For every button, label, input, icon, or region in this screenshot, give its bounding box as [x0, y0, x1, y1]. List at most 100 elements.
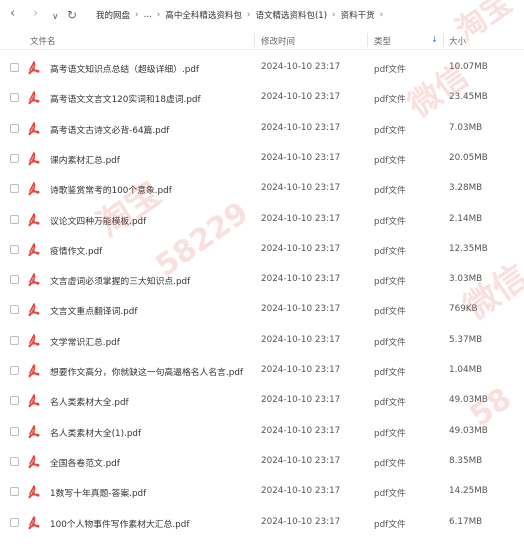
- column-type[interactable]: 类型: [374, 35, 391, 47]
- file-name[interactable]: 高考语文文言文120实词和18虚词.pdf: [50, 92, 250, 105]
- file-type: pdf文件: [374, 186, 406, 197]
- file-row[interactable]: 高考语文古诗文必背-64篇.pdf 2024-10-10 23:17 pdf文件 7.…: [0, 114, 524, 144]
- chevron-right-icon: ›: [246, 10, 251, 20]
- file-row[interactable]: 文言文重点翻译词.pdf 2024-10-10 23:17 pdf文件 769KB: [0, 295, 524, 325]
- file-row[interactable]: 1数写十年真题-答案.pdf 2024-10-10 23:17 pdf文件 14.25…: [0, 477, 524, 507]
- row-checkbox[interactable]: [10, 517, 19, 527]
- row-checkbox[interactable]: [10, 93, 19, 103]
- pdf-file-icon: [28, 91, 40, 105]
- breadcrumb-item[interactable]: 高中全科精选资料包: [165, 9, 242, 21]
- row-checkbox[interactable]: [10, 63, 19, 72]
- column-name[interactable]: 文件名: [30, 35, 56, 47]
- file-row[interactable]: 文言虚词必须掌握的三大知识点.pdf 2024-10-10 23:17 pdf文件 3…: [0, 265, 524, 295]
- row-checkbox[interactable]: [10, 214, 19, 224]
- row-checkbox[interactable]: [10, 305, 19, 315]
- column-divider[interactable]: [367, 33, 368, 47]
- file-name[interactable]: 课内素材汇总.pdf: [50, 153, 250, 166]
- file-size: 1.04MB: [449, 365, 483, 375]
- file-type: pdf文件: [374, 458, 406, 469]
- file-size: 6.17MB: [449, 516, 483, 527]
- file-type: pdf文件: [374, 368, 406, 378]
- back-arrow-icon[interactable]: ‹: [10, 6, 15, 22]
- file-name[interactable]: 高考语文古诗文必背-64篇.pdf: [50, 123, 250, 136]
- file-date: 2024-10-10 23:17: [261, 455, 341, 466]
- file-name[interactable]: 1数写十年真题-答案.pdf: [50, 486, 250, 499]
- row-checkbox[interactable]: [10, 244, 19, 254]
- breadcrumb-item[interactable]: 资料干货: [341, 9, 375, 21]
- row-checkbox[interactable]: [10, 426, 19, 436]
- pdf-file-icon: [28, 515, 40, 529]
- file-name[interactable]: 文言文重点翻译词.pdf: [50, 304, 250, 317]
- file-name[interactable]: 想要作文高分，你就缺这一句高逼格名人名言.pdf: [50, 365, 250, 378]
- breadcrumb-item[interactable]: 语文精选资料包(1): [255, 9, 327, 21]
- file-row[interactable]: 文学常识汇总.pdf 2024-10-10 23:17 pdf文件 5.37MB: [0, 326, 524, 356]
- pdf-file-icon: [28, 242, 40, 256]
- row-checkbox[interactable]: [10, 184, 19, 194]
- file-name[interactable]: 全国各卷范文.pdf: [50, 456, 250, 469]
- chevron-right-icon: ›: [379, 10, 384, 20]
- file-name[interactable]: 名人类素材大全(1).pdf: [50, 426, 250, 439]
- refresh-icon[interactable]: ↻: [67, 7, 77, 23]
- file-name[interactable]: 名人类素材大全.pdf: [50, 395, 250, 408]
- column-divider[interactable]: [254, 33, 255, 47]
- file-name[interactable]: 100个人物事件写作素材大汇总.pdf: [50, 517, 250, 530]
- sort-arrow-icon[interactable]: ↓: [431, 35, 438, 45]
- row-checkbox[interactable]: [10, 456, 19, 466]
- file-row[interactable]: 议论文四种万能模板.pdf 2024-10-10 23:17 pdf文件 2.14MB: [0, 205, 524, 235]
- pdf-file-icon: [28, 333, 40, 347]
- file-size: 2.14MB: [449, 213, 483, 224]
- file-row[interactable]: 高考语文知识点总结（超级详细）.pdf 2024-10-10 23:17 pdf文件…: [0, 53, 524, 83]
- file-name[interactable]: 议论文四种万能模板.pdf: [50, 214, 250, 227]
- file-name[interactable]: 文言虚词必须掌握的三大知识点.pdf: [50, 274, 250, 287]
- file-row[interactable]: 名人类素材大全(1).pdf 2024-10-10 23:17 pdf文件 49.03…: [0, 417, 524, 447]
- file-name[interactable]: 高考语文知识点总结（超级详细）.pdf: [50, 62, 250, 75]
- row-checkbox[interactable]: [10, 153, 19, 163]
- file-size: 3.03MB: [449, 274, 483, 285]
- file-date: 2024-10-10 23:17: [261, 213, 341, 224]
- row-checkbox[interactable]: [10, 366, 19, 375]
- file-date: 2024-10-10 23:17: [261, 243, 341, 254]
- pdf-file-icon: [28, 485, 40, 499]
- file-size: 10.07MB: [449, 62, 488, 72]
- file-type: pdf文件: [374, 489, 406, 500]
- breadcrumb-item[interactable]: ...: [144, 10, 152, 20]
- row-checkbox[interactable]: [10, 123, 19, 133]
- file-type: pdf文件: [374, 428, 406, 439]
- file-row[interactable]: 疫情作文.pdf 2024-10-10 23:17 pdf文件 12.35MB: [0, 235, 524, 265]
- file-row[interactable]: 想要作文高分，你就缺这一句高逼格名人名言.pdf 2024-10-10 23:17…: [0, 356, 524, 386]
- file-row[interactable]: 诗歌鉴赏常考的100个意象.pdf 2024-10-10 23:17 pdf文件 3.…: [0, 174, 524, 204]
- breadcrumb-item[interactable]: 我的网盘: [96, 9, 130, 21]
- chevron-right-icon: ›: [332, 10, 336, 20]
- breadcrumb: 我的网盘 ›... › 高中全科精选资料包 › 语文精选资料包(1) › 资料干货 ›: [96, 9, 388, 21]
- column-header: 文件名 修改时间 类型 ↓ 大小: [0, 31, 524, 50]
- column-divider[interactable]: [443, 33, 444, 47]
- pdf-file-icon: [28, 152, 40, 166]
- row-checkbox[interactable]: [10, 275, 19, 285]
- file-row[interactable]: 课内素材汇总.pdf 2024-10-10 23:17 pdf文件 20.05MB: [0, 144, 524, 174]
- forward-arrow-icon[interactable]: ›: [33, 6, 38, 22]
- file-size: 5.37MB: [449, 334, 483, 345]
- file-row[interactable]: 100个人物事件写作素材大汇总.pdf 2024-10-10 23:17 pdf文件…: [0, 508, 524, 538]
- file-row[interactable]: 高考语文文言文120实词和18虚词.pdf 2024-10-10 23:17 pdf…: [0, 83, 524, 113]
- pdf-file-icon: [28, 424, 40, 438]
- file-type: pdf文件: [374, 398, 406, 409]
- file-size: 7.03MB: [449, 122, 483, 133]
- row-checkbox[interactable]: [10, 335, 19, 345]
- pdf-file-icon: [28, 182, 40, 196]
- row-checkbox[interactable]: [10, 487, 19, 497]
- row-checkbox[interactable]: [10, 396, 19, 406]
- file-name[interactable]: 疫情作文.pdf: [50, 244, 250, 257]
- file-name[interactable]: 文学常识汇总.pdf: [50, 335, 250, 348]
- file-size: 12.35MB: [449, 243, 488, 254]
- chevron-right-icon: ›: [135, 10, 139, 20]
- file-type: pdf文件: [374, 337, 406, 348]
- column-date[interactable]: 修改时间: [261, 35, 295, 47]
- file-type: pdf文件: [374, 307, 406, 318]
- file-row[interactable]: 全国各卷范文.pdf 2024-10-10 23:17 pdf文件 8.35MB: [0, 447, 524, 477]
- file-row[interactable]: 名人类素材大全.pdf 2024-10-10 23:17 pdf文件 49.03MB: [0, 386, 524, 416]
- chevron-down-icon[interactable]: ∨: [52, 9, 59, 25]
- file-size: 20.05MB: [449, 152, 488, 163]
- file-name[interactable]: 诗歌鉴赏常考的100个意象.pdf: [50, 183, 250, 196]
- file-size: 14.25MB: [449, 486, 488, 497]
- column-size[interactable]: 大小: [449, 35, 466, 47]
